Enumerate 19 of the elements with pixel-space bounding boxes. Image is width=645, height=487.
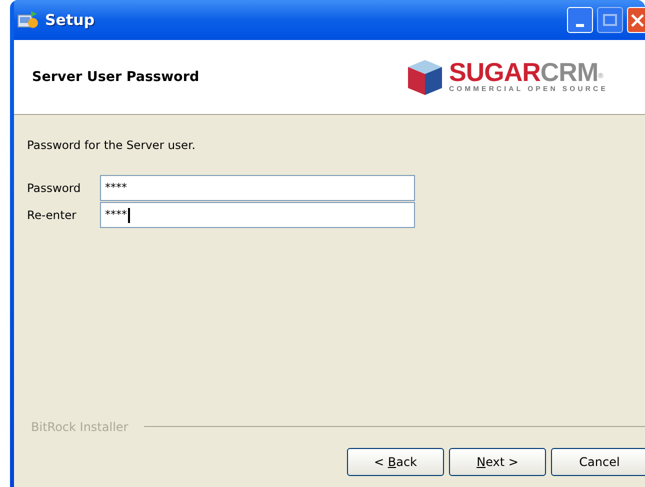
maximize-icon <box>603 14 617 26</box>
password-field[interactable]: **** <box>100 175 415 202</box>
minimize-button[interactable] <box>567 7 593 33</box>
minimize-icon <box>576 24 584 27</box>
close-icon <box>631 14 644 26</box>
setup-icon <box>17 10 39 30</box>
installer-brand: BitRock Installer <box>31 419 128 436</box>
field-label: Re-enter <box>27 206 78 224</box>
password-field[interactable]: **** <box>100 202 415 228</box>
cube-icon <box>407 58 443 96</box>
close-button[interactable] <box>627 7 645 33</box>
instruction-text: Password for the Server user. <box>27 137 196 154</box>
page-title: Server User Password <box>32 68 200 87</box>
window-title: Setup <box>45 10 95 31</box>
logo-wordmark: SUGARCRM <box>449 58 598 85</box>
wizard-button[interactable]: Cancel <box>551 448 645 476</box>
wizard-button[interactable]: Next > <box>449 448 546 476</box>
wizard-button[interactable]: < Back <box>347 448 444 476</box>
field-label: Password <box>27 180 82 197</box>
